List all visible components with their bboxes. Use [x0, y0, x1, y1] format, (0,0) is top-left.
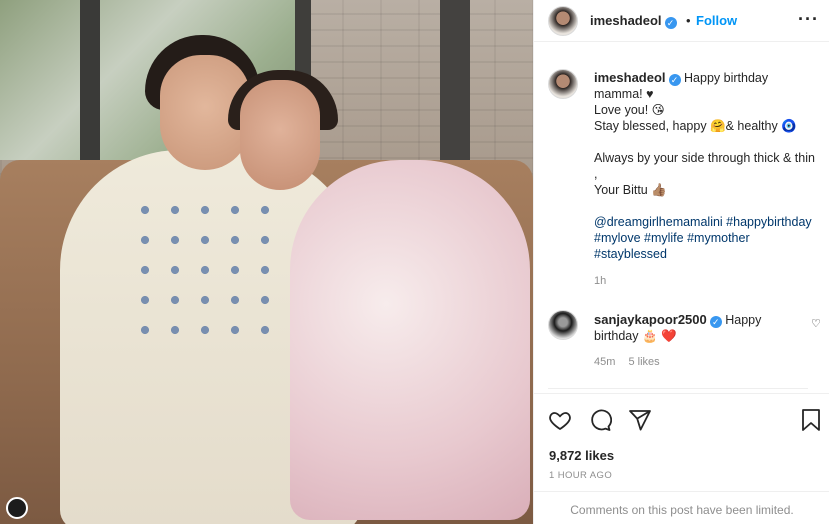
share-icon[interactable] [628, 408, 652, 432]
caption-line: Your Bittu 👍🏽 [594, 183, 667, 197]
window-frame [440, 0, 470, 175]
comment-meta: 45m 5 likes [594, 356, 670, 368]
username-text[interactable]: imeshadeol [590, 13, 662, 28]
face [240, 80, 320, 190]
verified-icon: ✓ [664, 17, 677, 29]
header-username[interactable]: imeshadeol ✓ [590, 13, 677, 29]
caption-line: Always by your side through thick & thin… [594, 151, 815, 181]
post-header: imeshadeol ✓ • Follow ··· [534, 0, 829, 42]
avatar[interactable] [548, 6, 578, 36]
caption-text: imeshadeol ✓ Happy birthday mamma! ♥ Love… [594, 70, 819, 262]
separator-dot: • [686, 13, 691, 28]
comment-username[interactable]: sanjaykapoor2500 [594, 312, 707, 327]
bookmark-icon[interactable] [800, 408, 822, 432]
next-comment-partial [548, 388, 808, 392]
tagged-user-icon[interactable] [6, 497, 28, 519]
more-horizontal-icon[interactable]: ··· [798, 9, 819, 30]
comment-like-heart-icon[interactable]: ♡ [811, 317, 821, 330]
comment-time[interactable]: 45m [594, 356, 615, 368]
post-sidebar: imeshadeol ✓ • Follow ··· imeshadeol ✓ Hap… [533, 0, 829, 524]
action-icons [548, 408, 664, 434]
follow-button[interactable]: Follow [696, 13, 737, 28]
comment-likes[interactable]: 5 likes [628, 356, 659, 368]
comment-icon[interactable] [588, 408, 612, 432]
avatar[interactable] [548, 69, 578, 99]
avatar[interactable] [548, 310, 578, 340]
post-photo[interactable] [0, 0, 533, 524]
post-timestamp[interactable]: 1 HOUR AGO [549, 470, 612, 481]
caption-line: Stay blessed, happy 🤗& healthy 🧿 [594, 119, 797, 133]
embroidery-pattern [130, 195, 280, 335]
heart-icon[interactable] [548, 408, 572, 432]
comments-list[interactable]: imeshadeol ✓ Happy birthday mamma! ♥ Love… [534, 42, 829, 392]
post-actions: 9,872 likes 1 HOUR AGO Comments on this … [534, 393, 829, 517]
comment-text: sanjaykapoor2500 ✓ Happy birthday 🎂 ❤️ [594, 312, 794, 344]
caption-hashtags[interactable]: @dreamgirlhemamalini #happybirthday #myl… [594, 214, 819, 262]
caption-line: Love you! 😘 [594, 103, 665, 117]
caption-time[interactable]: 1h [594, 275, 606, 287]
caption-username[interactable]: imeshadeol [594, 70, 666, 85]
verified-icon: ✓ [709, 316, 722, 328]
verified-icon: ✓ [668, 74, 681, 86]
likes-count[interactable]: 9,872 likes [549, 448, 614, 463]
comments-limited-notice: Comments on this post have been limited. [534, 491, 829, 524]
window-frame [80, 0, 100, 170]
daughter-figure [290, 160, 530, 520]
